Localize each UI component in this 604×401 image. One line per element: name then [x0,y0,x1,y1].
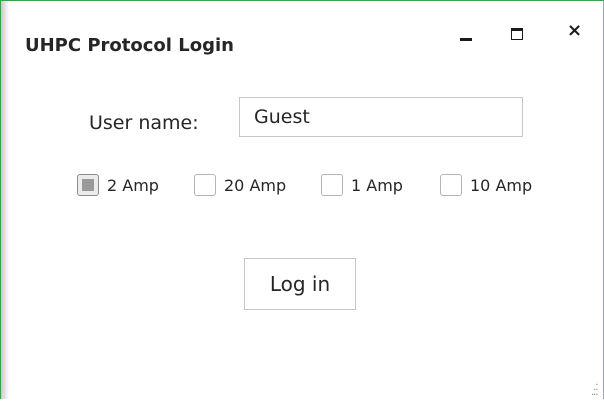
user-name-label: User name: [89,112,199,134]
amp-2-label: 2 Amp [107,176,159,195]
window-left-edge [1,1,9,399]
user-name-input[interactable] [239,97,523,137]
close-button[interactable]: × [563,17,597,57]
amp-20-checkbox[interactable] [194,174,216,196]
login-window: UHPC Protocol Login × User name: 2 Amp 2… [0,0,604,401]
window-title: UHPC Protocol Login [25,35,234,56]
maximize-icon [511,28,523,40]
amp-1-label: 1 Amp [351,176,403,195]
resize-grip-icon[interactable]: · ·· ··· [591,381,603,401]
log-in-button[interactable]: Log in [244,258,356,310]
minimize-icon [460,38,472,41]
amp-option-2[interactable]: 2 Amp [77,171,187,201]
amp-20-label: 20 Amp [224,176,287,195]
minimize-button[interactable] [449,17,483,57]
amp-option-20[interactable]: 20 Amp [194,171,318,201]
maximize-button[interactable] [501,17,535,57]
amp-10-checkbox[interactable] [440,174,462,196]
amp-10-label: 10 Amp [470,176,533,195]
amp-option-1[interactable]: 1 Amp [321,171,435,201]
amp-2-checkbox[interactable] [77,174,99,196]
amp-1-checkbox[interactable] [321,174,343,196]
amp-option-10[interactable]: 10 Amp [440,171,564,201]
close-icon: × [567,20,583,41]
